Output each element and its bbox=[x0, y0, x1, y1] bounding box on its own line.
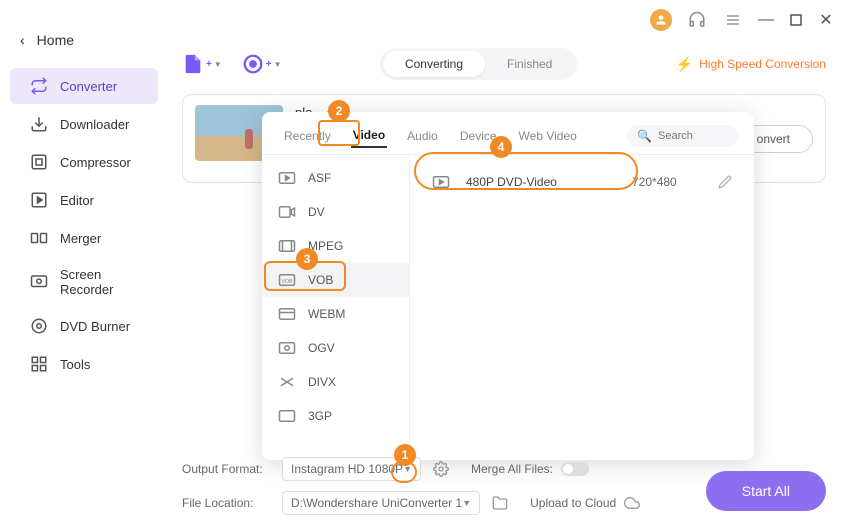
file-icon bbox=[182, 53, 204, 75]
home-link[interactable]: ‹ Home bbox=[0, 24, 168, 66]
search-icon: 🔍 bbox=[637, 129, 652, 143]
video-format-icon bbox=[278, 409, 296, 423]
video-format-icon bbox=[278, 205, 296, 219]
file-location-select[interactable]: D:\Wondershare UniConverter 1 ▼ bbox=[282, 491, 480, 515]
tab-finished[interactable]: Finished bbox=[485, 51, 574, 77]
caret-down-icon: ▼ bbox=[274, 60, 282, 69]
nav-merger[interactable]: Merger bbox=[10, 220, 158, 256]
download-icon bbox=[30, 115, 48, 133]
add-file-button[interactable]: + ▼ bbox=[182, 53, 222, 75]
format-mpeg[interactable]: MPEG bbox=[262, 229, 409, 263]
format-divx[interactable]: DIVX bbox=[262, 365, 409, 399]
video-format-icon bbox=[278, 171, 296, 185]
add-disc-button[interactable]: + ▼ bbox=[242, 53, 282, 75]
format-popup: Recently Video Audio Device Web Video 🔍 … bbox=[262, 112, 754, 460]
video-format-icon bbox=[278, 239, 296, 253]
start-all-button[interactable]: Start All bbox=[706, 471, 826, 511]
resolution-size: 720*480 bbox=[632, 175, 702, 189]
high-speed-button[interactable]: ⚡ High Speed Conversion bbox=[676, 56, 826, 73]
popup-tab-webvideo[interactable]: Web Video bbox=[517, 125, 579, 147]
chevron-left-icon: ‹ bbox=[20, 32, 25, 48]
video-format-icon bbox=[278, 375, 296, 389]
output-format-label: Output Format: bbox=[182, 462, 270, 476]
video-format-icon bbox=[278, 307, 296, 321]
nav-tools[interactable]: Tools bbox=[10, 346, 158, 382]
format-3gp[interactable]: 3GP bbox=[262, 399, 409, 433]
annot-2: 2 bbox=[328, 100, 350, 122]
format-ogv[interactable]: OGV bbox=[262, 331, 409, 365]
window-close[interactable]: ✕ bbox=[818, 12, 834, 28]
window-maximize[interactable] bbox=[788, 12, 804, 28]
screenrecorder-icon bbox=[30, 273, 48, 291]
caret-down-icon: ▼ bbox=[214, 60, 222, 69]
toolbar: + ▼ + ▼ Converting Finished ⚡ High Speed… bbox=[182, 48, 826, 80]
annot-4: 4 bbox=[490, 136, 512, 158]
format-list[interactable]: ASF DV MPEG VOBVOB WEBM OGV DIVX 3GP bbox=[262, 155, 410, 460]
caret-down-icon: ▼ bbox=[462, 498, 471, 508]
segment-control: Converting Finished bbox=[380, 48, 577, 80]
folder-icon[interactable] bbox=[492, 495, 508, 511]
search-box[interactable]: 🔍 bbox=[627, 125, 738, 147]
high-speed-label: High Speed Conversion bbox=[699, 57, 826, 71]
titlebar: — ✕ bbox=[634, 0, 850, 40]
resolution-480p[interactable]: 480P DVD-Video 720*480 bbox=[424, 165, 740, 199]
svg-text:VOB: VOB bbox=[281, 279, 293, 285]
nav-converter[interactable]: Converter bbox=[10, 68, 158, 104]
disc-add-icon bbox=[242, 53, 264, 75]
merge-toggle[interactable] bbox=[561, 462, 589, 476]
resolution-list: 480P DVD-Video 720*480 bbox=[410, 155, 754, 460]
tab-converting[interactable]: Converting bbox=[383, 51, 485, 77]
edit-preset-icon[interactable] bbox=[718, 175, 732, 189]
cloud-icon[interactable] bbox=[624, 495, 640, 511]
format-vob[interactable]: VOBVOB bbox=[262, 263, 409, 297]
nav-downloader[interactable]: Downloader bbox=[10, 106, 158, 142]
window-minimize[interactable]: — bbox=[758, 12, 774, 28]
settings-icon[interactable] bbox=[433, 461, 449, 477]
annot-3: 3 bbox=[296, 248, 318, 270]
merge-label: Merge All Files: bbox=[471, 462, 553, 476]
footer: Output Format: Instagram HD 1080P ▼ Merg… bbox=[182, 457, 826, 515]
compress-icon bbox=[30, 153, 48, 171]
editor-icon bbox=[30, 191, 48, 209]
format-webm[interactable]: WEBM bbox=[262, 297, 409, 331]
format-dv[interactable]: DV bbox=[262, 195, 409, 229]
upload-cloud-label: Upload to Cloud bbox=[530, 496, 616, 510]
home-label: Home bbox=[37, 32, 74, 48]
popup-tab-audio[interactable]: Audio bbox=[405, 125, 440, 147]
converter-icon bbox=[30, 77, 48, 95]
format-asf[interactable]: ASF bbox=[262, 161, 409, 195]
menu-icon[interactable] bbox=[722, 9, 744, 31]
resolution-label: 480P DVD-Video bbox=[466, 175, 616, 189]
video-icon bbox=[432, 175, 450, 189]
grid-icon bbox=[30, 355, 48, 373]
nav-editor[interactable]: Editor bbox=[10, 182, 158, 218]
file-location-label: File Location: bbox=[182, 496, 270, 510]
plus-icon: + bbox=[266, 59, 272, 70]
user-avatar[interactable] bbox=[650, 9, 672, 31]
popup-tab-recently[interactable]: Recently bbox=[282, 125, 333, 147]
plus-icon: + bbox=[206, 59, 212, 70]
disc-icon bbox=[30, 317, 48, 335]
sidebar: ‹ Home Converter Downloader Compressor E… bbox=[0, 0, 168, 527]
headset-icon[interactable] bbox=[686, 9, 708, 31]
video-format-icon bbox=[278, 341, 296, 355]
video-format-icon: VOB bbox=[278, 273, 296, 287]
nav-compressor[interactable]: Compressor bbox=[10, 144, 158, 180]
popup-tab-video[interactable]: Video bbox=[351, 124, 387, 148]
search-input[interactable] bbox=[658, 130, 728, 142]
nav-dvdburner[interactable]: DVD Burner bbox=[10, 308, 158, 344]
merger-icon bbox=[30, 229, 48, 247]
bolt-icon: ⚡ bbox=[676, 56, 693, 73]
annot-1: 1 bbox=[394, 444, 416, 466]
nav-screenrecorder[interactable]: Screen Recorder bbox=[10, 258, 158, 306]
